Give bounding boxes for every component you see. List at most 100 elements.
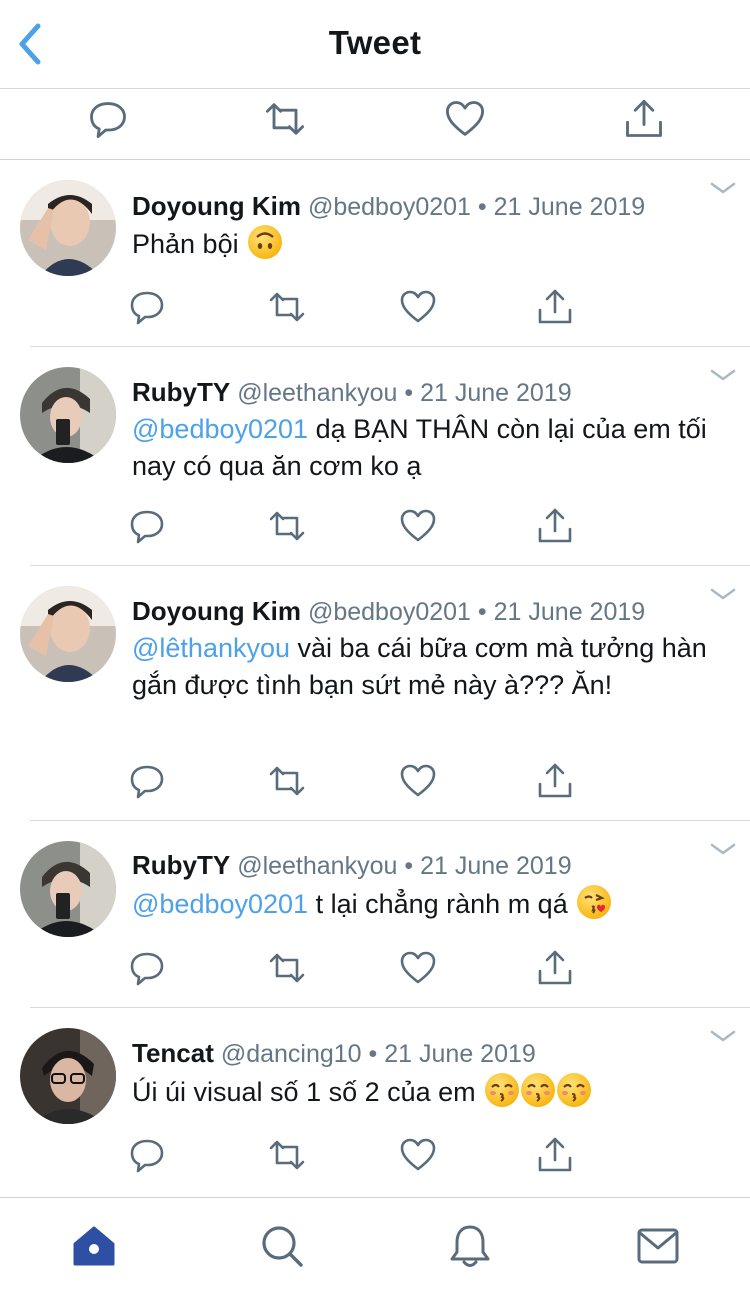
heart-icon bbox=[400, 764, 436, 797]
share-icon bbox=[626, 99, 662, 137]
chevron-down-icon[interactable] bbox=[710, 1028, 736, 1044]
reply-button[interactable] bbox=[86, 97, 130, 141]
tweet-text: @bedboy0201 t lại chẳng rành m qá bbox=[132, 885, 727, 923]
like-button[interactable] bbox=[398, 506, 438, 546]
username[interactable]: @bedboy0201 bbox=[308, 193, 471, 221]
tab-messages[interactable] bbox=[634, 1222, 682, 1270]
like-button[interactable] bbox=[443, 97, 487, 141]
search-icon bbox=[262, 1226, 303, 1267]
separator-dot: • bbox=[477, 193, 487, 221]
retweet-button[interactable] bbox=[263, 97, 307, 141]
like-button[interactable] bbox=[398, 287, 438, 327]
avatar[interactable] bbox=[20, 1028, 116, 1124]
retweet-icon bbox=[269, 953, 305, 983]
reply-button[interactable] bbox=[127, 287, 167, 327]
reply-tweet[interactable]: Tencat @dancing10 • 21 June 2019 Úi úi v… bbox=[0, 1008, 750, 1196]
retweet-button[interactable] bbox=[267, 948, 307, 988]
timestamp: 21 June 2019 bbox=[493, 193, 646, 221]
reply-tweet[interactable]: RubyTY @leethankyou • 21 June 2019 @bedb… bbox=[0, 821, 750, 1008]
share-icon bbox=[538, 289, 572, 324]
display-name[interactable]: Tencat bbox=[132, 1038, 214, 1068]
tweet-body: Phản bội bbox=[132, 229, 239, 259]
share-button[interactable] bbox=[535, 287, 575, 327]
bell-icon bbox=[450, 1225, 490, 1267]
tweet-text: @bedboy0201 dạ BẠN THÂN còn lại của em t… bbox=[132, 411, 727, 485]
chevron-down-icon[interactable] bbox=[710, 841, 736, 857]
avatar[interactable] bbox=[20, 180, 116, 276]
reply-meta: Doyoung Kim @bedboy0201 • 21 June 2019 bbox=[132, 596, 645, 627]
share-icon bbox=[538, 1137, 572, 1172]
timestamp: 21 June 2019 bbox=[420, 379, 572, 407]
share-button[interactable] bbox=[535, 1135, 575, 1175]
kissing-smiling-eyes-emoji bbox=[485, 1073, 520, 1107]
top-nav-bar: Tweet bbox=[0, 0, 750, 89]
share-button[interactable] bbox=[535, 506, 575, 546]
reply-meta: Tencat @dancing10 • 21 June 2019 bbox=[132, 1038, 536, 1069]
mail-icon bbox=[637, 1228, 679, 1264]
reply-tweet[interactable]: Doyoung Kim @bedboy0201 • 21 June 2019 @… bbox=[0, 566, 750, 821]
retweet-icon bbox=[269, 1140, 305, 1170]
mention-link[interactable]: @lêthankyou bbox=[132, 633, 290, 663]
reply-button[interactable] bbox=[127, 761, 167, 801]
main-tweet-actions bbox=[0, 89, 750, 160]
kissing-smiling-eyes-emoji bbox=[557, 1073, 592, 1107]
avatar[interactable] bbox=[20, 841, 116, 937]
tweet-text: Phản bội bbox=[132, 225, 727, 263]
retweet-button[interactable] bbox=[267, 1135, 307, 1175]
upside-down-face-emoji bbox=[248, 225, 283, 259]
share-button[interactable] bbox=[622, 97, 666, 141]
tweet-body: Úi úi visual số 1 số 2 của em bbox=[132, 1077, 476, 1107]
retweet-button[interactable] bbox=[267, 761, 307, 801]
display-name[interactable]: RubyTY bbox=[132, 377, 230, 407]
share-button[interactable] bbox=[535, 948, 575, 988]
timestamp: 21 June 2019 bbox=[493, 598, 646, 626]
separator-dot: • bbox=[404, 379, 414, 407]
reply-button[interactable] bbox=[127, 948, 167, 988]
username[interactable]: @bedboy0201 bbox=[308, 598, 471, 626]
like-button[interactable] bbox=[398, 761, 438, 801]
display-name[interactable]: Doyoung Kim bbox=[132, 596, 301, 626]
reply-tweet[interactable]: RubyTY @leethankyou • 21 June 2019 @bedb… bbox=[0, 347, 750, 566]
reply-icon bbox=[130, 952, 164, 986]
reply-button[interactable] bbox=[127, 1135, 167, 1175]
like-button[interactable] bbox=[398, 948, 438, 988]
username[interactable]: @dancing10 bbox=[221, 1040, 362, 1068]
separator-dot: • bbox=[477, 598, 487, 626]
retweet-button[interactable] bbox=[267, 506, 307, 546]
retweet-button[interactable] bbox=[267, 287, 307, 327]
display-name[interactable]: Doyoung Kim bbox=[132, 191, 301, 221]
tab-notifications[interactable] bbox=[446, 1222, 494, 1270]
separator-dot: • bbox=[368, 1040, 378, 1068]
reply-button[interactable] bbox=[127, 506, 167, 546]
mention-link[interactable]: @bedboy0201 bbox=[132, 889, 308, 919]
reply-icon bbox=[130, 1139, 164, 1173]
username[interactable]: @leethankyou bbox=[237, 379, 397, 407]
reply-tweet[interactable]: Doyoung Kim @bedboy0201 • 21 June 2019 P… bbox=[0, 160, 750, 347]
avatar[interactable] bbox=[20, 586, 116, 682]
username[interactable]: @leethankyou bbox=[237, 852, 397, 880]
share-icon bbox=[538, 508, 572, 543]
retweet-icon bbox=[265, 103, 305, 135]
share-icon bbox=[538, 763, 572, 798]
retweet-icon bbox=[269, 292, 305, 322]
reply-meta: Doyoung Kim @bedboy0201 • 21 June 2019 bbox=[132, 191, 645, 222]
mention-link[interactable]: @bedboy0201 bbox=[132, 414, 308, 444]
tab-search[interactable] bbox=[258, 1222, 306, 1270]
like-button[interactable] bbox=[398, 1135, 438, 1175]
display-name[interactable]: RubyTY bbox=[132, 850, 230, 880]
home-icon bbox=[73, 1226, 115, 1266]
avatar[interactable] bbox=[20, 367, 116, 463]
heart-icon bbox=[400, 509, 436, 542]
chevron-down-icon[interactable] bbox=[710, 586, 736, 602]
reply-icon bbox=[130, 510, 164, 544]
retweet-icon bbox=[269, 511, 305, 541]
timestamp: 21 June 2019 bbox=[420, 852, 572, 880]
tab-home[interactable] bbox=[70, 1222, 118, 1270]
chevron-down-icon[interactable] bbox=[710, 180, 736, 196]
separator-dot: • bbox=[404, 852, 414, 880]
tweet-text: Úi úi visual số 1 số 2 của em bbox=[132, 1073, 727, 1111]
reply-meta: RubyTY @leethankyou • 21 June 2019 bbox=[132, 850, 572, 881]
share-button[interactable] bbox=[535, 761, 575, 801]
chevron-down-icon[interactable] bbox=[710, 367, 736, 383]
tweet-body: t lại chẳng rành m qá bbox=[308, 889, 568, 919]
